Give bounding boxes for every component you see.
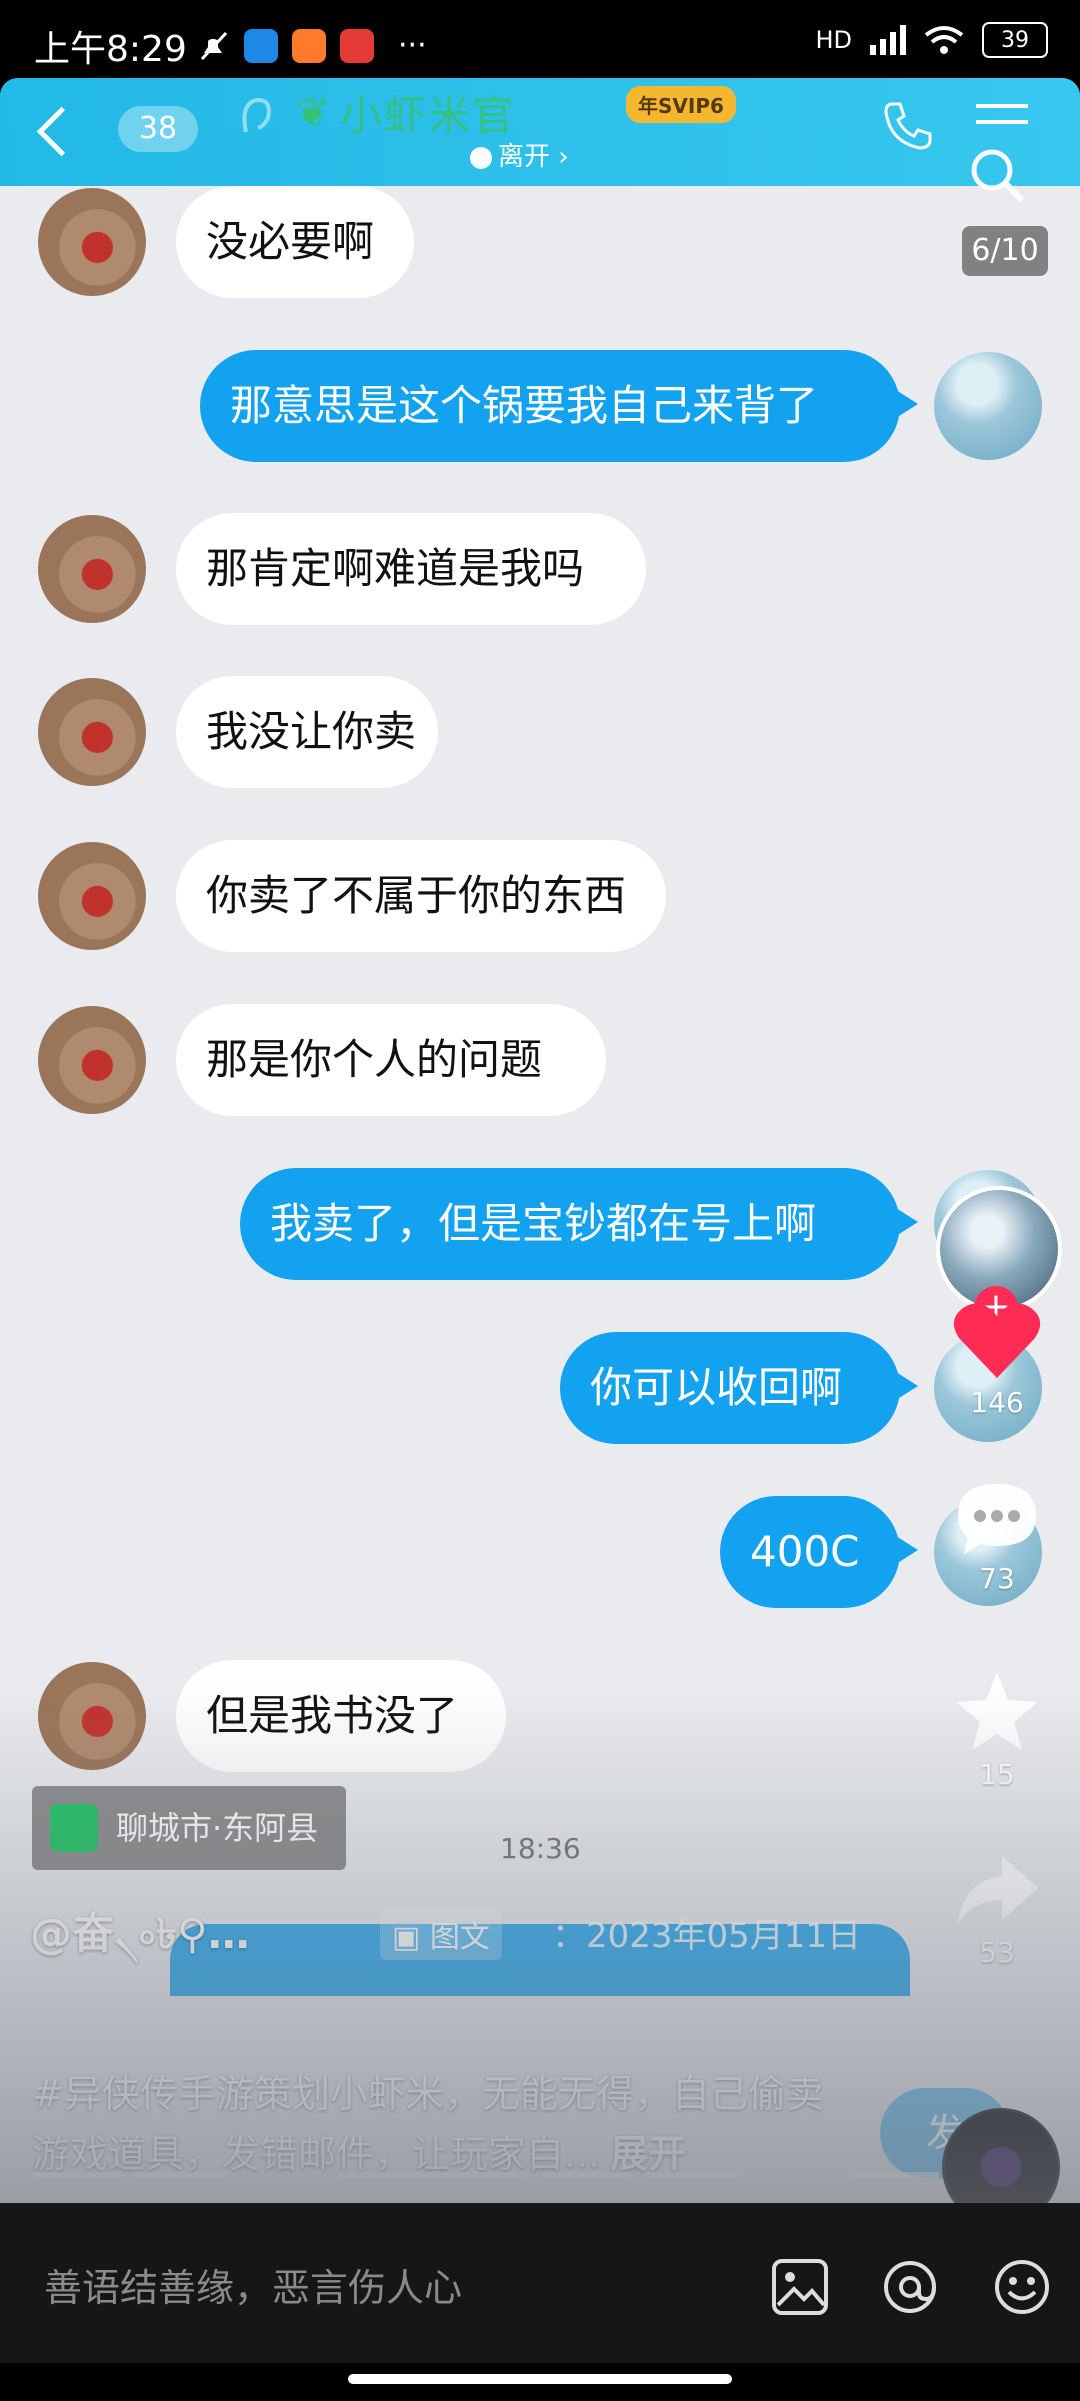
incoming-message-bubble: 那是你个人的问题: [176, 1004, 606, 1116]
message-row: 我卖了，但是宝钞都在号上啊: [0, 1168, 1080, 1300]
message-row: 我没让你卖: [0, 676, 1080, 808]
mention-icon[interactable]: [880, 2257, 940, 2317]
incoming-message-bubble: 你卖了不属于你的东西: [176, 840, 666, 952]
incoming-message-bubble: 我没让你卖: [176, 676, 438, 788]
favorite-button[interactable]: 15: [932, 1668, 1062, 1791]
location-tag[interactable]: 聊城市·东阿县: [32, 1786, 347, 1870]
notification-icons: ···: [196, 28, 427, 63]
back-icon[interactable]: [36, 106, 87, 157]
progress-segment: [134, 2172, 226, 2178]
comment-icon: [958, 1484, 1036, 1554]
progress-segment: [542, 2172, 632, 2178]
presence-label: 离开: [498, 142, 551, 172]
app-notification-icon: [244, 28, 278, 63]
like-button[interactable]: 146: [932, 1298, 1062, 1419]
comment-button[interactable]: 73: [932, 1478, 1062, 1595]
author-username[interactable]: @奋৲৹৳⚲…: [30, 1900, 250, 1972]
contact-avatar[interactable]: [38, 842, 146, 950]
battery-indicator: 39: [982, 22, 1048, 58]
message-row: 那是你个人的问题: [0, 1004, 1080, 1136]
wifi-icon: [924, 26, 964, 54]
my-avatar[interactable]: [934, 352, 1042, 460]
video-description[interactable]: #异侠传手游策划小虾米，无能无得，自己偷卖游戏道具，发错邮件，让玩家自... 展开: [32, 2064, 832, 2184]
message-row: 那意思是这个锅要我自己来背了: [0, 350, 1080, 482]
comment-count: 73: [979, 1562, 1015, 1595]
unread-badge: 38: [118, 106, 198, 152]
outgoing-message-bubble: 那意思是这个锅要我自己来背了: [200, 350, 918, 462]
signal-icon: [870, 25, 906, 55]
clock-icon: [470, 146, 492, 169]
date-line: ：2023年05月11日: [552, 1916, 862, 1956]
chat-header: 38 ❦ 小虾米官 年SVIP6 离开 ›: [0, 78, 1080, 203]
contact-avatar[interactable]: [38, 1006, 146, 1114]
mute-bell-icon: [200, 31, 228, 60]
star-icon: [956, 1672, 1038, 1750]
contact-avatar[interactable]: [38, 515, 146, 623]
home-indicator[interactable]: [348, 2374, 732, 2384]
location-pin-icon: [50, 1804, 98, 1852]
emoji-picker-icon[interactable]: [992, 2257, 1052, 2317]
heart-icon: [953, 1303, 1041, 1378]
incoming-message-bubble: 但是我书没了: [176, 1660, 506, 1772]
contact-avatar[interactable]: [38, 1662, 146, 1770]
incoming-message-bubble: 那肯定啊难道是我吗: [176, 513, 646, 625]
share-arrow-icon: [958, 1856, 1038, 1924]
presence-chevron: ›: [558, 142, 569, 172]
ear-icon: [242, 97, 271, 133]
vip-badge: 年SVIP6: [626, 86, 736, 123]
progress-segment: [32, 2172, 122, 2178]
app-notification-icon: [292, 28, 326, 63]
progress-segment: [338, 2172, 528, 2178]
app-notification-icon: [340, 28, 374, 63]
comment-bar: 善语结善缘，恶言伤人心: [0, 2203, 1080, 2363]
outgoing-message-bubble: 400C: [720, 1496, 918, 1608]
menu-icon[interactable]: [972, 100, 1032, 144]
share-count: 53: [979, 1936, 1015, 1969]
sprout-icon: ❦: [296, 90, 330, 136]
chat-timestamp: 18:36: [500, 1832, 581, 1865]
phone-icon[interactable]: [880, 98, 936, 154]
message-row: 但是我书没了: [0, 1660, 1080, 1792]
share-button[interactable]: 53: [932, 1848, 1062, 1969]
message-row: 你卖了不属于你的东西: [0, 840, 1080, 972]
post-type-tag: ▣ 图文: [380, 1908, 502, 1960]
message-row: 你可以收回啊: [0, 1332, 1080, 1464]
like-count: 146: [970, 1386, 1024, 1419]
contact-avatar[interactable]: [38, 678, 146, 786]
message-row: 400C: [0, 1496, 1080, 1628]
progress-segment: [850, 2172, 940, 2178]
more-notifications: ···: [398, 28, 427, 63]
favorite-count: 15: [979, 1758, 1015, 1791]
post-type-label: 图文: [429, 1920, 490, 1955]
status-right: HD 39: [815, 22, 1048, 58]
status-time: 上午8:29: [34, 29, 187, 70]
location-label: 聊城市·东阿县: [116, 1809, 319, 1847]
app-root: 上午8:29 ··· HD 39 38 ❦ 小虾米官 年SVIP6 离开 › 6…: [0, 0, 1080, 2401]
message-row: 那肯定啊难道是我吗: [0, 513, 1080, 645]
description-text: #异侠传手游策划小虾米，无能无得，自己偷卖游戏道具，发错邮件，让玩家自...: [32, 2072, 824, 2176]
video-content[interactable]: 38 ❦ 小虾米官 年SVIP6 离开 › 6/10 没必要啊 那意思是这个锅要我…: [0, 78, 1080, 2203]
contact-name: 小虾米官: [340, 91, 517, 140]
outgoing-message-bubble: 我卖了，但是宝钞都在号上啊: [240, 1168, 918, 1280]
image-picker-icon[interactable]: [770, 2257, 830, 2317]
message-row: 没必要啊: [0, 186, 1080, 318]
incoming-message-bubble: 没必要啊: [176, 186, 414, 298]
expand-link[interactable]: 展开: [610, 2132, 686, 2176]
outgoing-message-bubble: 你可以收回啊: [560, 1332, 918, 1444]
status-bar: 上午8:29 ··· HD 39: [0, 0, 1080, 78]
progress-segment: [644, 2172, 738, 2178]
presence-status: 离开 ›: [470, 136, 569, 173]
comment-input[interactable]: 善语结善缘，恶言伤人心: [44, 2257, 462, 2312]
contact-avatar[interactable]: [38, 188, 146, 296]
network-label: HD: [815, 26, 852, 54]
